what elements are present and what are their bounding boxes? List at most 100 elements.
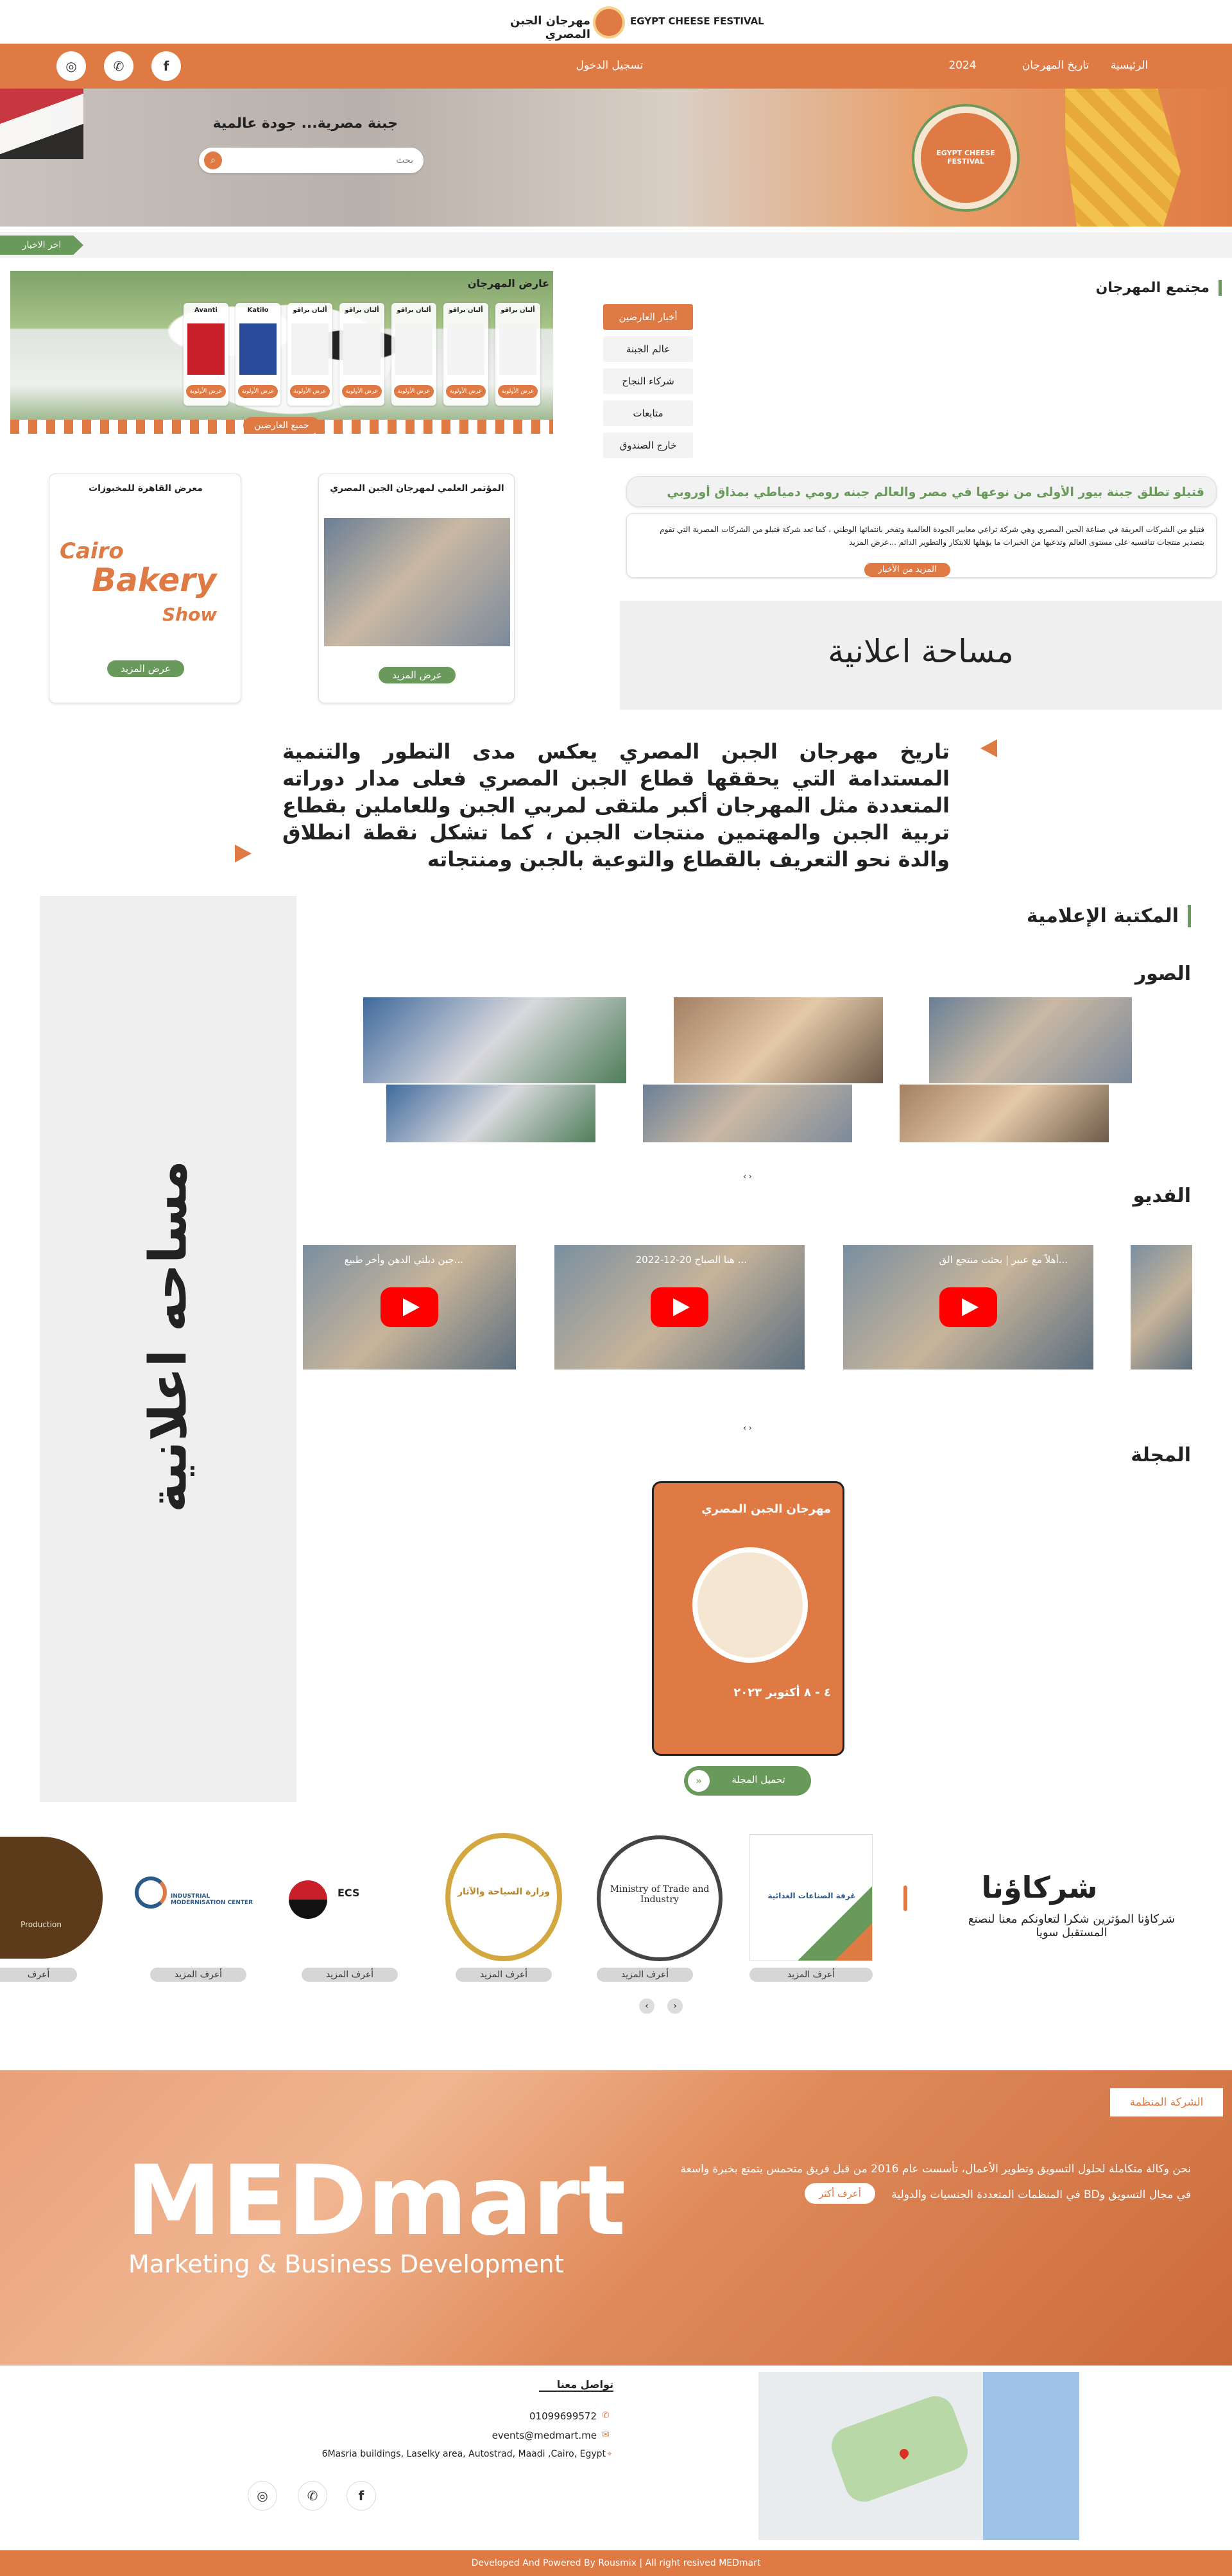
gallery-photo[interactable]	[363, 997, 626, 1083]
login-link[interactable]: تسجيل الدخول	[565, 59, 654, 72]
tab-cheese-world[interactable]: عالم الجبنة	[603, 336, 693, 362]
exhibitor-name: Katilo	[247, 307, 269, 314]
partner-logo[interactable]: ECS	[286, 1861, 415, 1938]
whatsapp-icon[interactable]: ✆	[104, 51, 133, 81]
partner-logo[interactable]: INDUSTRIAL MODERNISATION CENTER	[135, 1861, 262, 1938]
download-magazine-button[interactable]: » تحميل المجلة	[684, 1766, 811, 1796]
youtube-play-icon[interactable]	[381, 1287, 438, 1327]
instagram-icon[interactable]: ◎	[56, 51, 86, 81]
site-logo-small[interactable]	[593, 6, 625, 39]
exhibitors-title: عارض المهرجان	[467, 277, 549, 289]
hero-tagline: جبنة مصرية... جودة عالمية	[212, 116, 398, 132]
partners-prev-button[interactable]: ‹	[639, 1998, 654, 2014]
exhibitor-card[interactable]: ألبان براقو عرض الأولوية	[443, 303, 488, 406]
search-input[interactable]	[227, 151, 413, 169]
hero-banner: جبنة مصرية... جودة عالمية ⌕ EGYPT CHEESE…	[0, 89, 1232, 227]
nav-bar: ◎ ✆ f تسجيل الدخول 2024 تاريخ المهرجان ا…	[0, 44, 1232, 89]
exhibitor-name: Avanti	[194, 307, 218, 314]
news-headline-box[interactable]: قتيلو تطلق جبنة بيور الأولى من نوعها في …	[626, 476, 1217, 507]
exhibitor-button[interactable]: عرض الأولوية	[290, 385, 330, 398]
search-box: ⌕	[199, 148, 424, 173]
event-more-button[interactable]: عرض المزيد	[107, 660, 184, 677]
exhibitor-card[interactable]: ألبان براقو عرض الأولوية	[495, 303, 540, 406]
download-magazine-label: تحميل المجلة	[732, 1774, 785, 1785]
map[interactable]	[758, 2372, 1079, 2540]
exhibitor-logo	[499, 323, 536, 375]
company-body: نحن وكالة متكاملة لحلول التسويق وتطوير ا…	[680, 2163, 1191, 2201]
tab-exhibitor-news[interactable]: أخبار العارضين	[603, 304, 693, 330]
exhibitor-card[interactable]: Katilo عرض الأولوية	[235, 303, 280, 406]
youtube-play-icon[interactable]	[939, 1287, 997, 1327]
event-card-bakery[interactable]: معرض القاهرة للمخبوزات Cairo Bakery Show…	[49, 474, 241, 703]
exhibitor-button[interactable]: عرض الأولوية	[186, 385, 226, 398]
nav-item-history[interactable]: تاريخ المهرجان	[1007, 59, 1104, 72]
gallery-photo[interactable]	[674, 997, 883, 1083]
all-exhibitors-button[interactable]: جميع العارضين	[243, 417, 320, 434]
history-text: تاريخ مهرجان الجبن المصري يعكس مدى التطو…	[282, 739, 950, 872]
gallery-photo[interactable]	[643, 1085, 852, 1142]
partner-more-button[interactable]: أعرف	[0, 1968, 77, 1982]
tab-follow-ups[interactable]: متابعات	[603, 400, 693, 426]
history-arrow-icon	[980, 739, 997, 757]
video-title: جبن دبلتي الدهن وأخر طبيع...	[344, 1254, 463, 1266]
exhibitor-button[interactable]: عرض الأولوية	[342, 385, 382, 398]
event-title: المؤتمر العلمي لمهرجان الجبن المصري	[330, 483, 504, 494]
facebook-icon[interactable]: f	[151, 51, 181, 81]
videos-pager[interactable]: ‹ ›	[738, 1423, 757, 1432]
video-card[interactable]: جبن دبلتي الدهن وأخر طبيع...	[303, 1245, 516, 1370]
nav-item-2024[interactable]: 2024	[937, 59, 988, 72]
partner-logo[interactable]: غرفة الصناعات الغذائية	[749, 1834, 873, 1961]
partner-logo[interactable]: Production	[0, 1837, 103, 1959]
news-headline: قتيلو تطلق جبنة بيور الأولى من نوعها في …	[667, 485, 1204, 499]
exhibitor-logo	[343, 323, 381, 375]
tab-outside-box[interactable]: خارج الصندوق	[603, 433, 693, 458]
community-title: مجتمع المهرجان	[1040, 280, 1222, 296]
map-green-area	[826, 2391, 973, 2507]
partners-next-button[interactable]: ›	[667, 1998, 683, 2014]
partner-more-button[interactable]: أعرف المزيد	[749, 1968, 873, 1982]
youtube-play-icon[interactable]	[651, 1287, 708, 1327]
site-name-en: EGYPT CHEESE FESTIVAL	[630, 15, 764, 27]
event-more-button[interactable]: عرض المزيد	[379, 667, 456, 683]
partners-title: شركاؤنا	[981, 1870, 1098, 1905]
contact-email[interactable]: events@medmart.me	[449, 2430, 597, 2441]
partner-logo[interactable]: وزارة السياحة والآثار	[445, 1833, 562, 1961]
exhibitor-card[interactable]: ألبان براقو عرض الأولوية	[287, 303, 332, 406]
news-ticker: اخر الاخبار	[0, 232, 1232, 258]
whatsapp-icon[interactable]: ✆	[298, 2481, 327, 2511]
gallery-photo[interactable]	[900, 1085, 1109, 1142]
more-news-button[interactable]: المزيد من الأخبار	[864, 563, 950, 577]
partner-more-button[interactable]: أعرف المزيد	[456, 1968, 552, 1982]
exhibitor-button[interactable]: عرض الأولوية	[394, 385, 434, 398]
festival-logo-text: EGYPT CHEESE FESTIVAL	[936, 149, 995, 166]
partner-more-button[interactable]: أعرف المزيد	[302, 1968, 398, 1982]
exhibitor-button[interactable]: عرض الأولوية	[238, 385, 278, 398]
contact-phone[interactable]: 01099699572	[449, 2410, 597, 2422]
nav-item-home[interactable]: الرئيسية	[1091, 59, 1168, 72]
video-card[interactable]: هنا الصباح 20-12-2022 ...	[554, 1245, 805, 1370]
imc-swirl	[135, 1876, 167, 1909]
partner-logo[interactable]: Ministry of Trade and Industry	[597, 1835, 723, 1961]
photos-pager[interactable]: ‹ ›	[738, 1172, 757, 1181]
partner-more-button[interactable]: أعرف المزيد	[150, 1968, 246, 1982]
video-card[interactable]: أهلاً مع عبير | بحثت منتجع الق...	[843, 1245, 1093, 1370]
exhibitor-card[interactable]: ألبان براقو عرض الأولوية	[339, 303, 384, 406]
search-icon[interactable]: ⌕	[204, 151, 222, 169]
magazine-cover[interactable]: مهرجان الجبن المصري ٤ - ٨ أكتوبر ٢٠٢٣	[652, 1481, 844, 1756]
tab-success-partners[interactable]: شركاء النجاح	[603, 368, 693, 394]
media-title: المكتبة الإعلامية	[988, 905, 1191, 927]
gallery-photo[interactable]	[386, 1085, 595, 1142]
exhibitor-name: ألبان براقو	[293, 307, 327, 314]
instagram-icon[interactable]: ◎	[248, 2481, 277, 2511]
ecs-shape	[289, 1880, 327, 1919]
exhibitor-button[interactable]: عرض الأولوية	[498, 385, 538, 398]
company-more-button[interactable]: أعرف أكثر	[805, 2183, 875, 2204]
partner-more-button[interactable]: أعرف المزيد	[597, 1968, 693, 1982]
video-card[interactable]	[1131, 1245, 1192, 1370]
exhibitor-card[interactable]: Avanti عرض الأولوية	[184, 303, 228, 406]
exhibitor-button[interactable]: عرض الأولوية	[446, 385, 486, 398]
gallery-photo[interactable]	[929, 997, 1132, 1083]
exhibitor-card[interactable]: ألبان براقو عرض الأولوية	[391, 303, 436, 406]
facebook-icon[interactable]: f	[346, 2481, 376, 2511]
event-card-conference[interactable]: المؤتمر العلمي لمهرجان الجبن المصري عرض …	[318, 474, 515, 703]
